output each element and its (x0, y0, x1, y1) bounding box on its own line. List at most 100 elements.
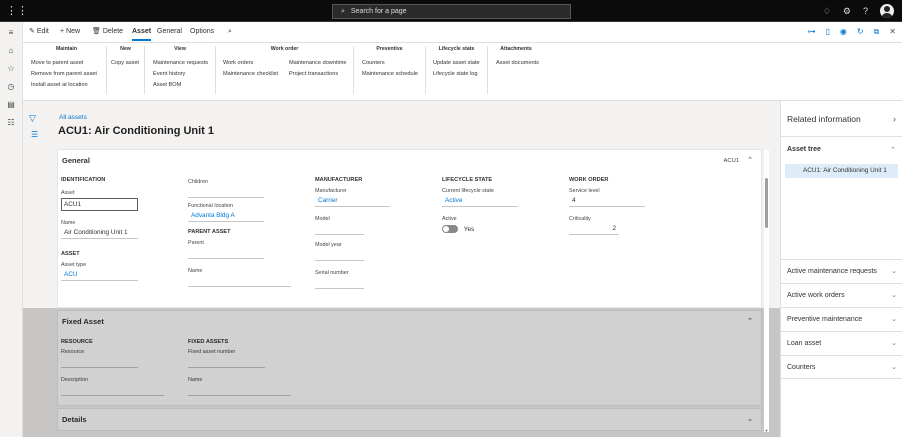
attachments-icon[interactable]: ◉ (840, 27, 847, 37)
counters-section[interactable]: Counters ⌄ (781, 355, 902, 379)
work-order-group: WORK ORDER Service level 4 Criticality 2 (569, 177, 645, 235)
model-label: Model (315, 216, 330, 222)
update-asset-state-button[interactable]: Update asset state (433, 58, 480, 69)
chevron-down-icon: ⌄ (891, 340, 897, 347)
remove-from-parent-asset-button[interactable]: Remove from parent asset (31, 69, 97, 80)
functional-location-field[interactable]: Advanta Bldg A (188, 211, 264, 222)
children-label: Children (188, 179, 209, 185)
new-button[interactable]: + New (60, 27, 80, 37)
modules-icon[interactable]: ☷ (0, 115, 22, 130)
install-asset-at-location-button[interactable]: Install asset at location (31, 80, 97, 91)
asset-documents-button[interactable]: Asset documents (496, 58, 539, 69)
move-to-parent-asset-button[interactable]: Move to parent asset (31, 58, 97, 69)
favorites-icon[interactable]: ☆ (0, 61, 22, 76)
maintenance-checklist-button[interactable]: Maintenance checklist (223, 69, 278, 80)
manufacturer-field[interactable]: Carrier (315, 196, 390, 207)
name-field[interactable]: Air Conditioning Unit 1 (61, 228, 138, 239)
top-icons: ♢ ⚙ ? (823, 4, 894, 18)
active-work-orders-section[interactable]: Active work orders ⌄ (781, 283, 902, 307)
identification-heading: IDENTIFICATION (61, 177, 106, 183)
service-level-field[interactable]: 4 (569, 196, 645, 207)
maintenance-downtime-button[interactable]: Maintenance downtime (289, 58, 347, 69)
open-new-window-icon[interactable]: ⧉ (874, 27, 880, 37)
lifecycle-state-log-button[interactable]: Lifecycle state log (433, 69, 480, 80)
group-work-order: Work order Work orders Maintenance check… (216, 46, 354, 94)
preventive-maintenance-section[interactable]: Preventive maintenance ⌄ (781, 307, 902, 331)
asset-bom-button[interactable]: Asset BOM (153, 80, 208, 91)
general-header[interactable]: General ACU1 ⌃ (58, 150, 761, 172)
search-box[interactable]: ⌕ Search for a page (332, 4, 571, 19)
general-fasttab: General ACU1 ⌃ IDENTIFICATION Asset ACU1… (57, 149, 762, 308)
tab-options[interactable]: Options (190, 27, 214, 37)
scroll-down-icon[interactable]: ▼ (764, 428, 769, 433)
tab-general[interactable]: General (157, 27, 182, 37)
lifecycle-group: LIFECYCLE STATE Current lifecycle state … (442, 177, 518, 233)
office-icon[interactable]: ▯ (825, 27, 829, 37)
scrollbar[interactable] (764, 150, 769, 432)
active-toggle[interactable] (442, 225, 458, 233)
lifecycle-state-heading: LIFECYCLE STATE (442, 177, 493, 183)
active-maintenance-requests-section[interactable]: Active maintenance requests ⌄ (781, 259, 902, 283)
chevron-up-icon[interactable]: ⌃ (890, 146, 896, 154)
action-search-icon[interactable]: ⌕ (228, 27, 232, 37)
copy-asset-button[interactable]: Copy asset (111, 58, 139, 69)
children-field[interactable] (188, 187, 264, 198)
home-icon[interactable]: ⌂ (0, 43, 22, 58)
chevron-down-icon: ⌄ (891, 316, 897, 323)
group-new: New Copy asset (107, 46, 145, 94)
parent-name-field[interactable] (188, 276, 291, 287)
parent-name-label: Name (188, 268, 203, 274)
group-attachments: Attachments Asset documents (488, 46, 544, 94)
hamburger-icon[interactable]: ≡ (0, 25, 22, 40)
work-orders-button[interactable]: Work orders (223, 58, 278, 69)
criticality-field[interactable]: 2 (569, 224, 619, 235)
notifications-icon[interactable]: ♢ (823, 4, 831, 18)
group-title: Maintain (55, 46, 78, 52)
help-icon[interactable]: ? (863, 4, 868, 18)
search-placeholder: Search for a page (350, 8, 407, 15)
serial-number-label: Serial number (315, 270, 349, 276)
edit-button[interactable]: ✎ Edit (29, 27, 49, 37)
asset-tree-header[interactable]: Asset tree ⌃ (781, 146, 902, 154)
model-year-field[interactable] (315, 250, 364, 261)
group-preventive: Preventive Counters Maintenance schedule (354, 46, 426, 94)
asset-field[interactable]: ACU1 (61, 198, 138, 211)
asset-tree-item[interactable]: ACU1: Air Conditioning Unit 1 (785, 164, 898, 178)
tab-asset[interactable]: Asset (132, 27, 152, 41)
maintenance-requests-button[interactable]: Maintenance requests (153, 58, 208, 69)
counters-button[interactable]: Counters (362, 58, 418, 69)
workspaces-icon[interactable]: ▤ (0, 97, 22, 112)
current-lifecycle-state-field[interactable]: Active (442, 196, 518, 207)
parent-asset-heading: PARENT ASSET (188, 229, 231, 235)
chevron-right-icon[interactable]: › (893, 101, 896, 137)
model-field[interactable] (315, 224, 364, 235)
recent-icon[interactable]: ◷ (0, 79, 22, 94)
asset-label: Asset (61, 190, 75, 196)
parent-field[interactable] (188, 248, 264, 259)
link-icon[interactable]: ⊶ (807, 27, 815, 37)
identification-group: IDENTIFICATION Asset ACU1 Name Air Condi… (61, 177, 138, 281)
related-information-header[interactable]: Related information › (781, 101, 902, 137)
settings-icon[interactable]: ⚙ (843, 4, 851, 18)
model-year-label: Model year (315, 242, 342, 248)
close-icon[interactable]: ✕ (889, 27, 896, 37)
active-toggle-row: Yes (442, 225, 518, 233)
list-icon[interactable]: ☰ (31, 130, 38, 139)
maintenance-schedule-button[interactable]: Maintenance schedule (362, 69, 418, 80)
asset-heading: ASSET (61, 251, 80, 257)
filter-icon[interactable]: ▽ (29, 113, 36, 124)
serial-number-field[interactable] (315, 278, 364, 289)
delete-button[interactable]: 🗑 Delete (92, 27, 123, 37)
asset-type-field[interactable]: ACU (61, 270, 138, 281)
event-history-button[interactable]: Event history (153, 69, 208, 80)
app-launcher-icon[interactable]: ⋮⋮ (6, 5, 28, 17)
loan-asset-section[interactable]: Loan asset ⌄ (781, 331, 902, 355)
chevron-down-icon: ⌄ (891, 364, 897, 371)
project-transactions-button[interactable]: Project transactions (289, 69, 347, 80)
chevron-up-icon[interactable]: ⌃ (747, 150, 753, 172)
avatar[interactable] (880, 4, 894, 18)
scrollbar-thumb[interactable] (765, 178, 768, 228)
refresh-icon[interactable]: ↻ (857, 27, 864, 37)
edit-icon: ✎ (29, 28, 37, 35)
breadcrumb[interactable]: All assets (59, 114, 87, 121)
